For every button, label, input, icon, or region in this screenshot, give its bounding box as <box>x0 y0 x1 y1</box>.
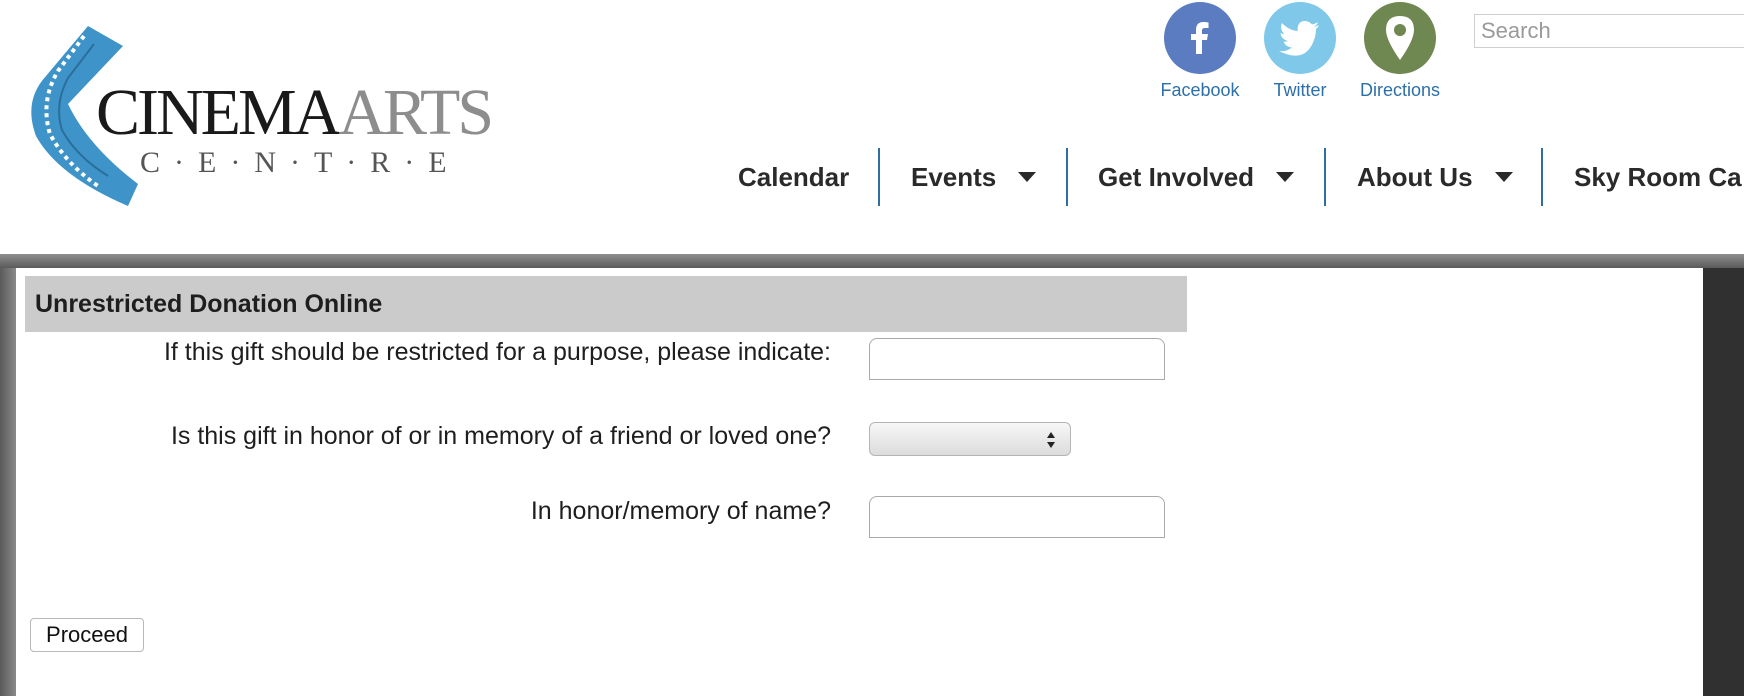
directions-link[interactable]: Directions <box>1345 2 1455 101</box>
form-title-bar: Unrestricted Donation Online <box>25 276 1187 332</box>
restricted-purpose-label: If this gift should be restricted for a … <box>163 338 831 366</box>
form-title: Unrestricted Donation Online <box>35 289 383 318</box>
left-page-edge <box>0 268 16 696</box>
honor-memory-question-label: Is this gift in honor of or in memory of… <box>170 422 831 450</box>
restricted-purpose-input[interactable] <box>869 338 1165 380</box>
site-header: CINEMAARTS C·E·N·T·R·E Facebook Twitter … <box>0 0 1744 254</box>
right-page-edge <box>1703 268 1744 696</box>
facebook-icon <box>1164 2 1236 74</box>
honor-memory-select[interactable] <box>869 422 1071 456</box>
caret-down-icon <box>1494 172 1513 182</box>
directions-label: Directions <box>1359 80 1441 100</box>
caret-down-icon <box>1276 172 1295 182</box>
search-input[interactable] <box>1474 14 1744 48</box>
nav-item-about-us[interactable]: About Us <box>1357 148 1513 206</box>
nav-item-sky-room-cafe[interactable]: Sky Room Ca <box>1574 148 1742 206</box>
nav-divider <box>1541 148 1543 206</box>
facebook-link[interactable]: Facebook <box>1145 2 1255 101</box>
map-pin-icon <box>1364 2 1436 74</box>
nav-label: Calendar <box>738 161 850 192</box>
header-divider-band <box>0 254 1744 268</box>
proceed-button[interactable]: Proceed <box>30 618 144 652</box>
nav-label: Sky Room Ca <box>1574 161 1742 192</box>
twitter-label: Twitter <box>1273 80 1327 100</box>
honor-memory-name-input[interactable] <box>869 496 1165 538</box>
nav-label: About Us <box>1357 161 1473 192</box>
nav-item-calendar[interactable]: Calendar <box>738 148 849 206</box>
nav-item-events[interactable]: Events <box>911 148 1037 206</box>
main-nav: Calendar Events Get Involved About Us Sk… <box>0 148 1744 206</box>
donation-form: Unrestricted Donation Online If this gif… <box>16 268 1703 696</box>
nav-divider <box>1324 148 1326 206</box>
nav-divider <box>878 148 880 206</box>
nav-item-get-involved[interactable]: Get Involved <box>1098 148 1295 206</box>
logo-wordmark: CINEMAARTS <box>96 76 494 149</box>
twitter-icon <box>1264 2 1336 74</box>
caret-down-icon <box>1018 172 1037 182</box>
nav-divider <box>1066 148 1068 206</box>
facebook-label: Facebook <box>1160 80 1240 100</box>
honor-memory-name-label: In honor/memory of name? <box>530 497 831 525</box>
nav-label: Events <box>911 161 997 192</box>
twitter-link[interactable]: Twitter <box>1245 2 1355 101</box>
nav-label: Get Involved <box>1098 161 1255 192</box>
